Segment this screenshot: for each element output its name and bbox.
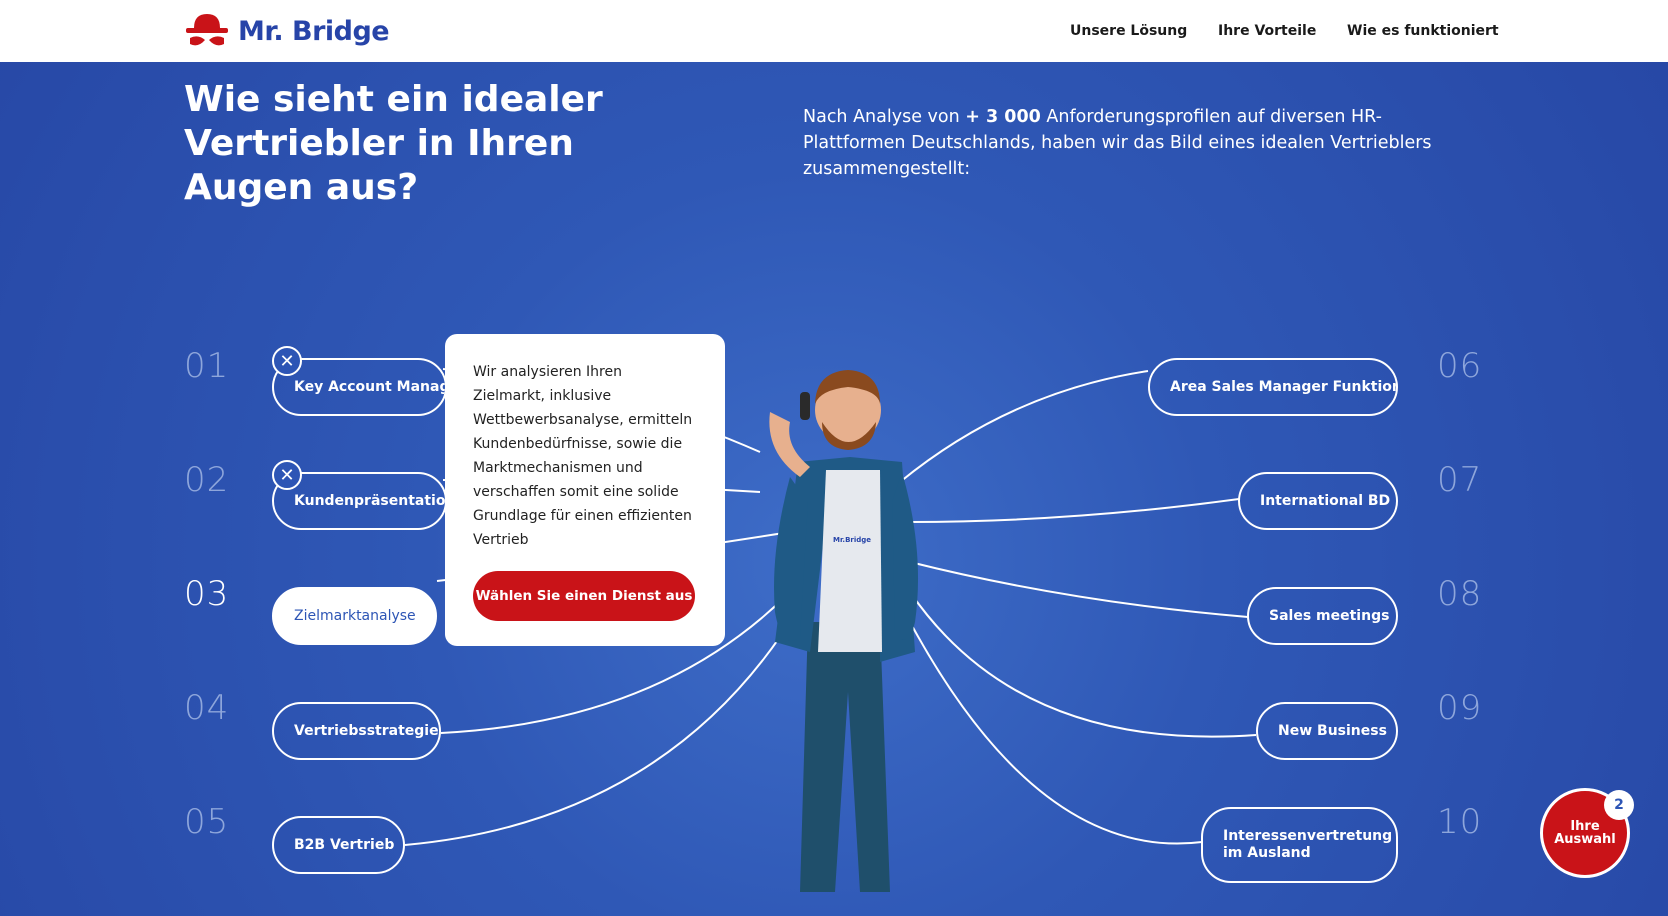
skill-number: 05 (184, 802, 230, 842)
popup-text: Wir analysieren Ihren Zielmarkt, inklusi… (473, 364, 693, 548)
skill-label: Zielmarktanalyse (294, 608, 416, 624)
skill-pill-interessenvertretung[interactable]: Interessenvertretung im Ausland (1201, 807, 1398, 883)
hero-section: Wie sieht ein idealer Vertriebler in Ihr… (0, 62, 1668, 916)
skill-pill-b2b-vertrieb[interactable]: B2B Vertrieb (272, 816, 405, 874)
skill-label: Kundenpräsentationen (294, 493, 446, 509)
close-icon: ✕ (279, 350, 295, 371)
skill-number: 03 (184, 574, 230, 614)
skill-label: Interessenvertretung im Ausland (1223, 828, 1393, 861)
skill-pill-sales-meetings[interactable]: Sales meetings (1247, 587, 1398, 645)
hat-logo-icon (186, 14, 228, 46)
remove-skill-01-button[interactable]: ✕ (272, 346, 302, 376)
shirt-logo: Mr.Bridge (833, 536, 871, 544)
skill-number: 06 (1437, 346, 1483, 386)
nav-wie-es-funktioniert[interactable]: Wie es funktioniert (1347, 0, 1499, 62)
logo[interactable]: Mr. Bridge (184, 6, 390, 56)
skill-label: New Business (1278, 723, 1387, 739)
skill-pill-international-bd[interactable]: International BD (1238, 472, 1398, 530)
skill-label: B2B Vertrieb (294, 837, 395, 853)
selection-label-line2: Auswahl (1554, 832, 1616, 847)
skill-pill-new-business[interactable]: New Business (1256, 702, 1398, 760)
skill-number: 02 (184, 460, 230, 500)
skill-pill-area-sales-manager[interactable]: Area Sales Manager Funktion (1148, 358, 1398, 416)
skill-label: Vertriebsstrategie (294, 723, 439, 739)
skill-number: 08 (1437, 574, 1483, 614)
skill-label: International BD (1260, 493, 1391, 509)
nav-unsere-loesung[interactable]: Unsere Lösung (1070, 0, 1187, 62)
logo-text: Mr. Bridge (238, 15, 390, 47)
nav-link[interactable]: Wie es funktioniert (1347, 23, 1499, 39)
salesman-illustration: Mr.Bridge (769, 370, 919, 892)
skill-label: Area Sales Manager Funktion (1170, 379, 1398, 395)
skill-number: 07 (1437, 460, 1483, 500)
site-header: Mr. Bridge Unsere Lösung Ihre Vorteile W… (0, 0, 1668, 62)
skill-label: Key Account Manager (294, 379, 445, 395)
choose-service-button[interactable]: Wählen Sie einen Dienst aus (473, 571, 695, 621)
skill-number: 01 (184, 346, 230, 386)
skill-number: 10 (1437, 802, 1483, 842)
skill-pill-vertriebsstrategie[interactable]: Vertriebsstrategie (272, 702, 441, 760)
skill-number: 04 (184, 688, 230, 728)
nav-link[interactable]: Unsere Lösung (1070, 23, 1187, 39)
skill-label: Sales meetings (1269, 608, 1390, 624)
close-icon: ✕ (279, 464, 295, 485)
nav-ihre-vorteile[interactable]: Ihre Vorteile (1218, 0, 1316, 62)
skill-description-popup: Wir analysieren Ihren Zielmarkt, inklusi… (445, 334, 725, 646)
skill-number: 09 (1437, 688, 1483, 728)
selection-count-badge: 2 (1604, 790, 1634, 820)
nav-link[interactable]: Ihre Vorteile (1218, 23, 1316, 39)
skill-pill-zielmarktanalyse[interactable]: Zielmarktanalyse (272, 587, 437, 645)
remove-skill-02-button[interactable]: ✕ (272, 460, 302, 490)
